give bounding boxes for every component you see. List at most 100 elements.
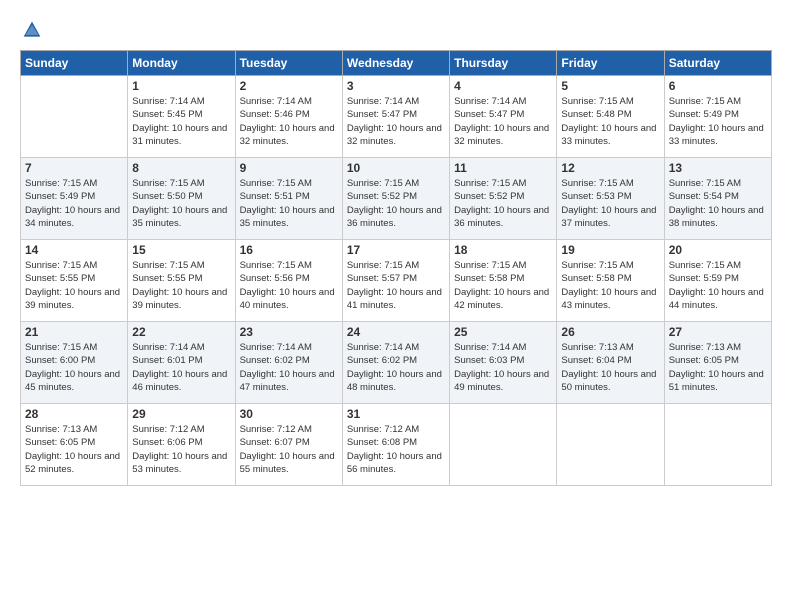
day-cell: 19 Sunrise: 7:15 AMSunset: 5:58 PMDayligh… <box>557 240 664 322</box>
day-info: Sunrise: 7:13 AMSunset: 6:05 PMDaylight:… <box>25 423 123 476</box>
day-number: 22 <box>132 325 230 339</box>
day-info: Sunrise: 7:15 AMSunset: 5:52 PMDaylight:… <box>454 177 552 230</box>
day-number: 11 <box>454 161 552 175</box>
day-cell: 22 Sunrise: 7:14 AMSunset: 6:01 PMDayligh… <box>128 322 235 404</box>
day-cell: 12Sunrise: 7:15 AMSunset: 5:53 PMDayligh… <box>557 158 664 240</box>
day-cell: 3 Sunrise: 7:14 AMSunset: 5:47 PMDaylight… <box>342 76 449 158</box>
day-cell: 7Sunrise: 7:15 AMSunset: 5:49 PMDaylight… <box>21 158 128 240</box>
day-header-thursday: Thursday <box>450 51 557 76</box>
day-info: Sunrise: 7:14 AMSunset: 5:46 PMDaylight:… <box>240 95 338 148</box>
day-number: 10 <box>347 161 445 175</box>
week-row-2: 14 Sunrise: 7:15 AMSunset: 5:55 PMDayligh… <box>21 240 772 322</box>
calendar-table: SundayMondayTuesdayWednesdayThursdayFrid… <box>20 50 772 486</box>
day-cell: 5 Sunrise: 7:15 AMSunset: 5:48 PMDaylight… <box>557 76 664 158</box>
day-info: Sunrise: 7:12 AMSunset: 6:06 PMDaylight:… <box>132 423 230 476</box>
day-number: 9 <box>240 161 338 175</box>
day-number: 17 <box>347 243 445 257</box>
day-number: 14 <box>25 243 123 257</box>
day-cell: 29 Sunrise: 7:12 AMSunset: 6:06 PMDayligh… <box>128 404 235 486</box>
day-number: 3 <box>347 79 445 93</box>
day-cell: 16 Sunrise: 7:15 AMSunset: 5:56 PMDayligh… <box>235 240 342 322</box>
day-cell: 20 Sunrise: 7:15 AMSunset: 5:59 PMDayligh… <box>664 240 771 322</box>
day-info: Sunrise: 7:14 AMSunset: 5:47 PMDaylight:… <box>347 95 445 148</box>
day-info: Sunrise: 7:15 AMSunset: 5:51 PMDaylight:… <box>240 177 338 230</box>
day-info: Sunrise: 7:12 AMSunset: 6:07 PMDaylight:… <box>240 423 338 476</box>
week-row-3: 21 Sunrise: 7:15 AMSunset: 6:00 PMDayligh… <box>21 322 772 404</box>
day-header-tuesday: Tuesday <box>235 51 342 76</box>
day-cell: 10 Sunrise: 7:15 AMSunset: 5:52 PMDayligh… <box>342 158 449 240</box>
day-number: 24 <box>347 325 445 339</box>
day-number: 23 <box>240 325 338 339</box>
day-info: Sunrise: 7:15 AMSunset: 5:52 PMDaylight:… <box>347 177 445 230</box>
day-info: Sunrise: 7:15 AMSunset: 5:55 PMDaylight:… <box>132 259 230 312</box>
day-number: 18 <box>454 243 552 257</box>
day-info: Sunrise: 7:12 AMSunset: 6:08 PMDaylight:… <box>347 423 445 476</box>
day-info: Sunrise: 7:15 AMSunset: 5:48 PMDaylight:… <box>561 95 659 148</box>
day-cell: 9 Sunrise: 7:15 AMSunset: 5:51 PMDaylight… <box>235 158 342 240</box>
page: SundayMondayTuesdayWednesdayThursdayFrid… <box>0 0 792 496</box>
day-number: 16 <box>240 243 338 257</box>
day-info: Sunrise: 7:15 AMSunset: 5:59 PMDaylight:… <box>669 259 767 312</box>
day-cell <box>664 404 771 486</box>
day-info: Sunrise: 7:13 AMSunset: 6:05 PMDaylight:… <box>669 341 767 394</box>
day-number: 13 <box>669 161 767 175</box>
day-header-monday: Monday <box>128 51 235 76</box>
day-cell: 13Sunrise: 7:15 AMSunset: 5:54 PMDayligh… <box>664 158 771 240</box>
day-info: Sunrise: 7:14 AMSunset: 6:03 PMDaylight:… <box>454 341 552 394</box>
day-cell: 1Sunrise: 7:14 AMSunset: 5:45 PMDaylight… <box>128 76 235 158</box>
day-cell: 25 Sunrise: 7:14 AMSunset: 6:03 PMDayligh… <box>450 322 557 404</box>
day-cell: 11 Sunrise: 7:15 AMSunset: 5:52 PMDayligh… <box>450 158 557 240</box>
day-number: 7 <box>25 161 123 175</box>
day-header-wednesday: Wednesday <box>342 51 449 76</box>
day-cell: 26Sunrise: 7:13 AMSunset: 6:04 PMDayligh… <box>557 322 664 404</box>
day-number: 4 <box>454 79 552 93</box>
day-cell: 2 Sunrise: 7:14 AMSunset: 5:46 PMDaylight… <box>235 76 342 158</box>
day-info: Sunrise: 7:14 AMSunset: 6:01 PMDaylight:… <box>132 341 230 394</box>
day-info: Sunrise: 7:14 AMSunset: 6:02 PMDaylight:… <box>347 341 445 394</box>
day-header-friday: Friday <box>557 51 664 76</box>
day-number: 21 <box>25 325 123 339</box>
day-cell: 15 Sunrise: 7:15 AMSunset: 5:55 PMDayligh… <box>128 240 235 322</box>
day-info: Sunrise: 7:14 AMSunset: 5:47 PMDaylight:… <box>454 95 552 148</box>
day-cell: 31Sunrise: 7:12 AMSunset: 6:08 PMDayligh… <box>342 404 449 486</box>
day-number: 20 <box>669 243 767 257</box>
week-row-4: 28 Sunrise: 7:13 AMSunset: 6:05 PMDayligh… <box>21 404 772 486</box>
day-cell: 23Sunrise: 7:14 AMSunset: 6:02 PMDayligh… <box>235 322 342 404</box>
day-cell: 18 Sunrise: 7:15 AMSunset: 5:58 PMDayligh… <box>450 240 557 322</box>
day-info: Sunrise: 7:15 AMSunset: 5:58 PMDaylight:… <box>561 259 659 312</box>
day-number: 28 <box>25 407 123 421</box>
day-info: Sunrise: 7:13 AMSunset: 6:04 PMDaylight:… <box>561 341 659 394</box>
day-info: Sunrise: 7:15 AMSunset: 5:57 PMDaylight:… <box>347 259 445 312</box>
day-cell: 14Sunrise: 7:15 AMSunset: 5:55 PMDayligh… <box>21 240 128 322</box>
day-info: Sunrise: 7:15 AMSunset: 5:56 PMDaylight:… <box>240 259 338 312</box>
day-number: 12 <box>561 161 659 175</box>
day-number: 30 <box>240 407 338 421</box>
day-header-sunday: Sunday <box>21 51 128 76</box>
day-number: 15 <box>132 243 230 257</box>
day-cell <box>21 76 128 158</box>
header-row: SundayMondayTuesdayWednesdayThursdayFrid… <box>21 51 772 76</box>
day-number: 25 <box>454 325 552 339</box>
day-number: 19 <box>561 243 659 257</box>
day-info: Sunrise: 7:15 AMSunset: 5:50 PMDaylight:… <box>132 177 230 230</box>
day-number: 29 <box>132 407 230 421</box>
day-cell <box>450 404 557 486</box>
day-cell: 4 Sunrise: 7:14 AMSunset: 5:47 PMDaylight… <box>450 76 557 158</box>
day-info: Sunrise: 7:15 AMSunset: 6:00 PMDaylight:… <box>25 341 123 394</box>
day-number: 2 <box>240 79 338 93</box>
logo-icon <box>22 20 42 40</box>
day-header-saturday: Saturday <box>664 51 771 76</box>
day-number: 8 <box>132 161 230 175</box>
day-cell: 6 Sunrise: 7:15 AMSunset: 5:49 PMDaylight… <box>664 76 771 158</box>
logo <box>20 20 42 40</box>
day-cell: 8 Sunrise: 7:15 AMSunset: 5:50 PMDaylight… <box>128 158 235 240</box>
week-row-1: 7Sunrise: 7:15 AMSunset: 5:49 PMDaylight… <box>21 158 772 240</box>
day-info: Sunrise: 7:15 AMSunset: 5:58 PMDaylight:… <box>454 259 552 312</box>
day-info: Sunrise: 7:15 AMSunset: 5:49 PMDaylight:… <box>669 95 767 148</box>
day-cell: 21 Sunrise: 7:15 AMSunset: 6:00 PMDayligh… <box>21 322 128 404</box>
day-cell: 30 Sunrise: 7:12 AMSunset: 6:07 PMDayligh… <box>235 404 342 486</box>
day-number: 6 <box>669 79 767 93</box>
day-info: Sunrise: 7:14 AMSunset: 5:45 PMDaylight:… <box>132 95 230 148</box>
header <box>20 20 772 40</box>
day-number: 5 <box>561 79 659 93</box>
